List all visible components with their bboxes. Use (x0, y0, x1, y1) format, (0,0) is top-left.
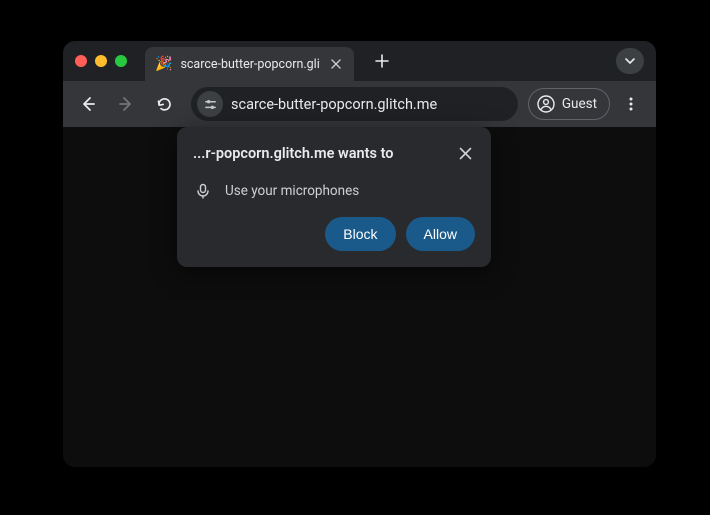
tab-list-dropdown[interactable] (616, 48, 644, 74)
block-button[interactable]: Block (325, 217, 395, 251)
overflow-menu-button[interactable] (614, 87, 648, 121)
dialog-close-button[interactable] (455, 143, 475, 163)
microphone-icon (195, 183, 211, 199)
browser-tab[interactable]: 🎉 scarce-butter-popcorn.glitch (145, 47, 354, 81)
address-bar[interactable]: scarce-butter-popcorn.glitch.me (191, 87, 518, 121)
profile-chip[interactable]: Guest (528, 88, 610, 120)
back-button[interactable] (71, 87, 105, 121)
forward-button[interactable] (109, 87, 143, 121)
profile-label: Guest (562, 96, 597, 112)
new-tab-button[interactable] (368, 47, 396, 75)
browser-window: 🎉 scarce-butter-popcorn.glitch (63, 41, 656, 467)
minimize-window-button[interactable] (95, 55, 107, 67)
permission-dialog: ...r-popcorn.glitch.me wants to Use your… (177, 127, 491, 267)
window-controls (75, 55, 127, 67)
fullscreen-window-button[interactable] (115, 55, 127, 67)
close-icon (459, 147, 472, 160)
permission-item: Use your microphones (193, 179, 475, 217)
guest-icon (537, 95, 555, 113)
close-window-button[interactable] (75, 55, 87, 67)
permission-text: Use your microphones (225, 183, 359, 199)
titlebar: 🎉 scarce-butter-popcorn.glitch (63, 41, 656, 81)
allow-button[interactable]: Allow (406, 217, 475, 251)
tab-favicon: 🎉 (155, 57, 172, 71)
tab-title: scarce-butter-popcorn.glitch (180, 57, 320, 72)
tab-close-button[interactable] (328, 59, 344, 69)
permission-actions: Block Allow (193, 217, 475, 251)
url-text: scarce-butter-popcorn.glitch.me (231, 96, 437, 113)
permission-title: ...r-popcorn.glitch.me wants to (193, 143, 393, 162)
page-content: ...r-popcorn.glitch.me wants to Use your… (63, 127, 656, 467)
site-settings-icon[interactable] (197, 91, 223, 117)
reload-button[interactable] (147, 87, 181, 121)
toolbar: scarce-butter-popcorn.glitch.me Guest (63, 81, 656, 127)
